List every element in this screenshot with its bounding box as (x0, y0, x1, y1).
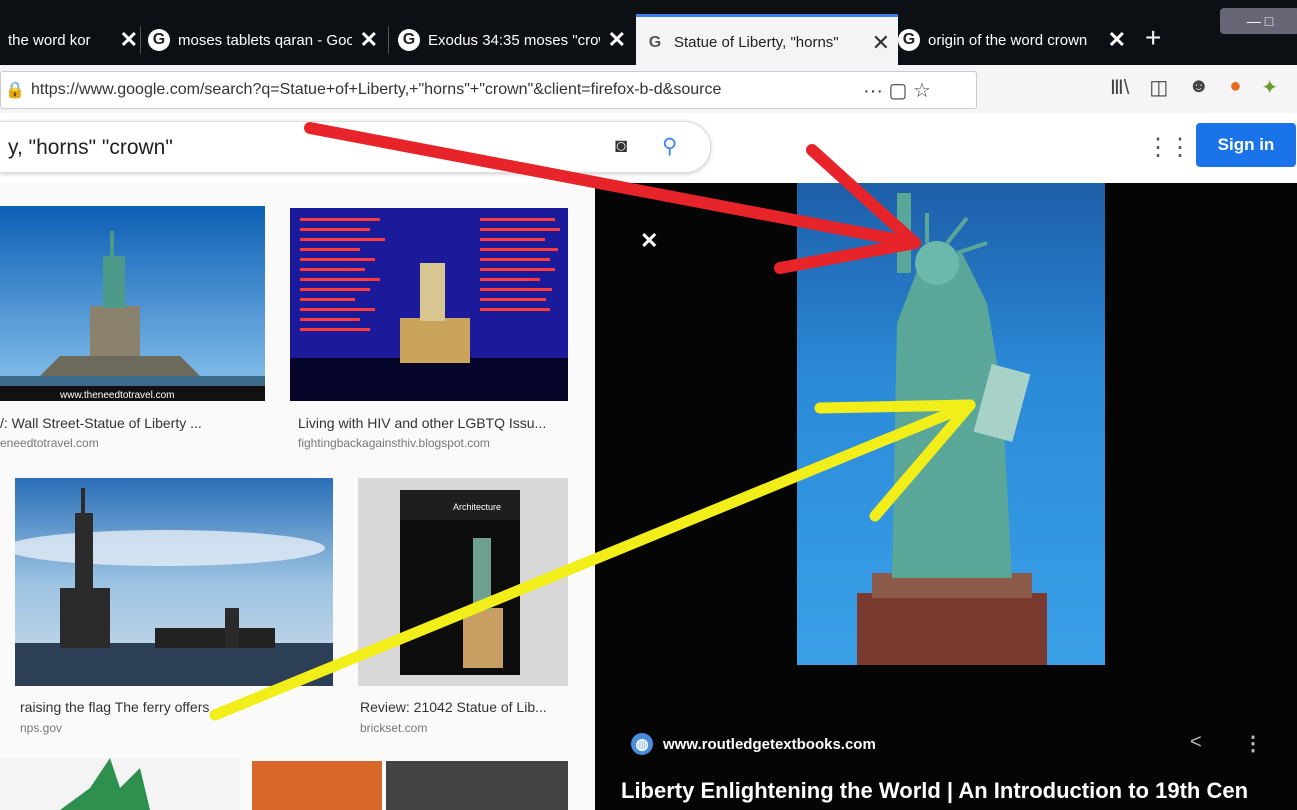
red-arrow (304, 122, 921, 274)
yellow-arrow (209, 399, 976, 721)
annotation-arrows (209, 122, 976, 721)
